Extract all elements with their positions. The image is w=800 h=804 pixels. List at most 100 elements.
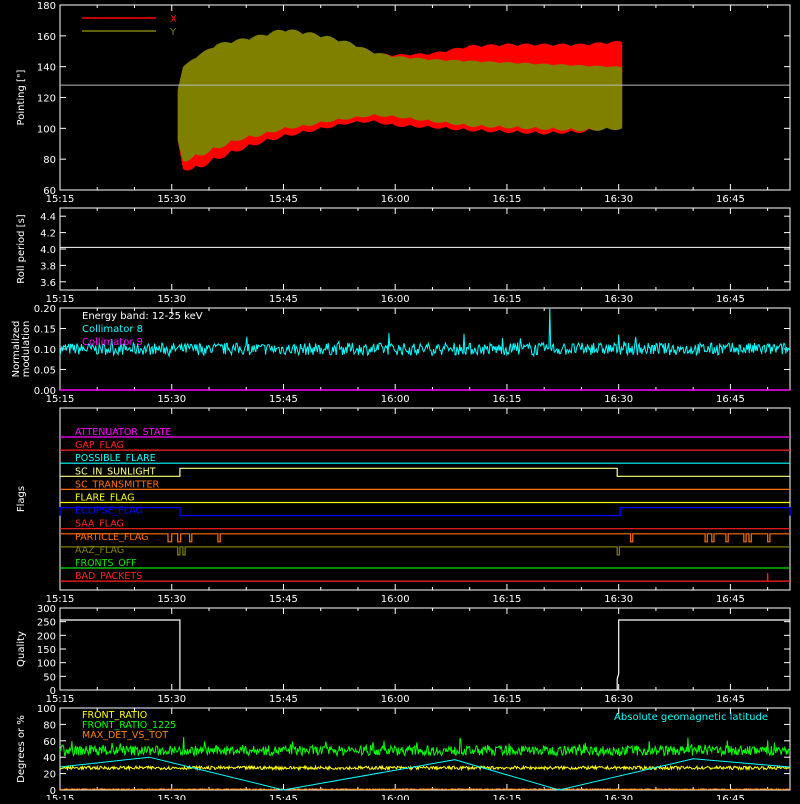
quality-ytick-label: 150 [37, 645, 56, 656]
pointing-ytick-label: 180 [37, 1, 56, 12]
flag-label: SC_TRANSMITTER [75, 479, 160, 490]
geomag-xtick-label: 15:45 [269, 794, 298, 800]
roll_period-ytick-label: 4.2 [40, 229, 56, 240]
quality-xtick-label: 15:30 [157, 694, 186, 705]
roll_period-ytick-label: 4.0 [40, 245, 56, 256]
geomag-xtick-label: 16:30 [604, 794, 633, 800]
flag-label: POSSIBLE_FLARE [75, 453, 156, 464]
quality-ylabel: Quality [16, 631, 27, 667]
quality-yaxis: 0 50 100 150 200 250 300 [37, 604, 790, 697]
modulation-ytick-label: 0.10 [34, 345, 56, 356]
quality-ytick-label: 300 [37, 604, 56, 615]
modulation-xtick-label: 15:30 [157, 394, 186, 405]
roll_period-xtick-label: 16:00 [381, 294, 410, 305]
quality-ytick-label: 200 [37, 631, 56, 642]
flag-label: BAD_PACKETS [75, 571, 142, 582]
flags-xtick-label: 16:45 [716, 594, 745, 605]
roll_period-ytick-label: 4.4 [40, 212, 56, 223]
geomag-ytick-label: 40 [43, 753, 56, 764]
modulation-ytick-label: 0.15 [34, 325, 56, 336]
geomag-xtick-label: 16:00 [381, 794, 410, 800]
roll_period-frame [59, 207, 791, 291]
geomag-legend-max-det-vs-tot: MAX_DET_VS_TOT [82, 730, 168, 741]
pointing-legend-label: X [170, 14, 177, 25]
figure-canvas: 15:15 15:30 15:45 16:00 16:15 16:30 16:45Point… [11, 1, 791, 804]
roll_period-yaxis: 3.6 3.8 4.0 4.2 4.4 [40, 212, 790, 289]
quality-xtick-label: 16:00 [381, 694, 410, 705]
geomag-front-ratio-line [59, 764, 791, 772]
pointing-xtick-label: 16:30 [604, 194, 633, 205]
geomag-ytick-label: 60 [43, 737, 56, 748]
quality-line [60, 619, 790, 691]
roll_period-panel: 15:15 15:30 15:45 16:00 16:15 16:30 16:45Roll … [16, 207, 791, 305]
quality-xtick-label: 16:45 [716, 694, 745, 705]
flag-label: ATTENUATOR_STATE [75, 427, 171, 438]
flag-label: SAA_FLAG [75, 519, 124, 530]
modulation-ytick-label: 0.20 [34, 304, 56, 315]
modulation-xtick-label: 16:00 [381, 394, 410, 405]
modulation-energy-band-label: Energy band: 12-25 keV [82, 311, 203, 322]
flag-trace [60, 467, 790, 477]
flag-trace [60, 533, 790, 543]
flags-xtick-label: 16:15 [493, 594, 522, 605]
geomag-latitude-line [59, 756, 791, 791]
geomag-ytick-label: 0 [50, 786, 56, 797]
roll_period-xtick-label: 15:45 [269, 294, 298, 305]
roll_period-xtick-label: 16:15 [493, 294, 522, 305]
geomag-ytick-label: 20 [43, 770, 56, 781]
quality-ytick-label: 50 [43, 672, 56, 683]
pointing-ytick-label: 80 [43, 155, 56, 166]
modulation-xtick-label: 16:15 [493, 394, 522, 405]
modulation-ylabel: modulation [21, 321, 32, 378]
modulation-xtick-label: 16:30 [604, 394, 633, 405]
quality-ytick-label: 100 [37, 659, 56, 670]
geomag-ytick-label: 100 [37, 704, 56, 715]
pointing-legend-label: Y [169, 27, 177, 38]
geomag-ylabel: Degrees or % [16, 715, 27, 783]
geomag-front-ratio-1225-line [59, 736, 791, 758]
geomag-xtick-label: 15:30 [157, 794, 186, 800]
roll_period-xtick-label: 16:30 [604, 294, 633, 305]
pointing-xtick-label: 16:15 [493, 194, 522, 205]
pointing-xtick-label: 16:45 [716, 194, 745, 205]
pointing-ytick-label: 60 [43, 186, 56, 197]
geomag-ytick-label: 80 [43, 720, 56, 731]
geomag-legend-latitude: Absolute geomagnetic latitude [614, 712, 768, 723]
pointing-xtick-label: 16:00 [381, 194, 410, 205]
pointing-xtick-label: 15:30 [157, 194, 186, 205]
modulation-ytick-label: 0.00 [34, 386, 56, 397]
flag-label: FRONTS_OFF [75, 558, 137, 569]
flags-xtick-label: 16:30 [604, 594, 633, 605]
geomag-xtick-label: 16:45 [716, 794, 745, 800]
modulation-legend-collimator-9: Collimator 9 [82, 337, 143, 348]
geomag-xtick-label: 16:15 [493, 794, 522, 800]
roll_period-ytick-label: 3.8 [40, 261, 56, 272]
flag-label: GAP_FLAG [75, 440, 124, 451]
roll_period-xtick-label: 15:30 [157, 294, 186, 305]
quality-xtick-label: 16:15 [493, 694, 522, 705]
flags-xtick-label: 15:30 [157, 594, 186, 605]
pointing-xtick-label: 15:45 [269, 194, 298, 205]
flags-xtick-label: 16:00 [381, 594, 410, 605]
modulation-ytick-label: 0.05 [34, 366, 56, 377]
quality-ytick-label: 0 [50, 686, 56, 697]
quality-xtick-label: 16:30 [604, 694, 633, 705]
pointing-ytick-label: 100 [37, 124, 56, 135]
flag-label: SC_IN_SUNLIGHT [75, 466, 156, 477]
geomag-max-det-vs-tot-line [59, 788, 791, 791]
roll_period-ytick-label: 3.6 [40, 278, 56, 289]
flag-label: FLARE_FLAG [75, 493, 135, 504]
flag-trace [60, 546, 790, 556]
flags-xtick-label: 15:45 [269, 594, 298, 605]
flag-trace [59, 507, 791, 517]
flags-ylabel: Flags [16, 486, 27, 512]
roll_period-ylabel: Roll period [s] [16, 214, 27, 283]
modulation-legend-collimator-8: Collimator 8 [82, 324, 143, 335]
pointing-ytick-label: 160 [37, 32, 56, 43]
pointing-ytick-label: 120 [37, 94, 56, 105]
quality-ytick-label: 250 [37, 618, 56, 629]
roll_period-xtick-label: 16:45 [716, 294, 745, 305]
hessi-quicklook-figure: 15:15 15:30 15:45 16:00 16:15 16:30 16:45 Point… [0, 0, 800, 804]
pointing-ytick-label: 140 [37, 63, 56, 74]
modulation-xtick-label: 16:45 [716, 394, 745, 405]
